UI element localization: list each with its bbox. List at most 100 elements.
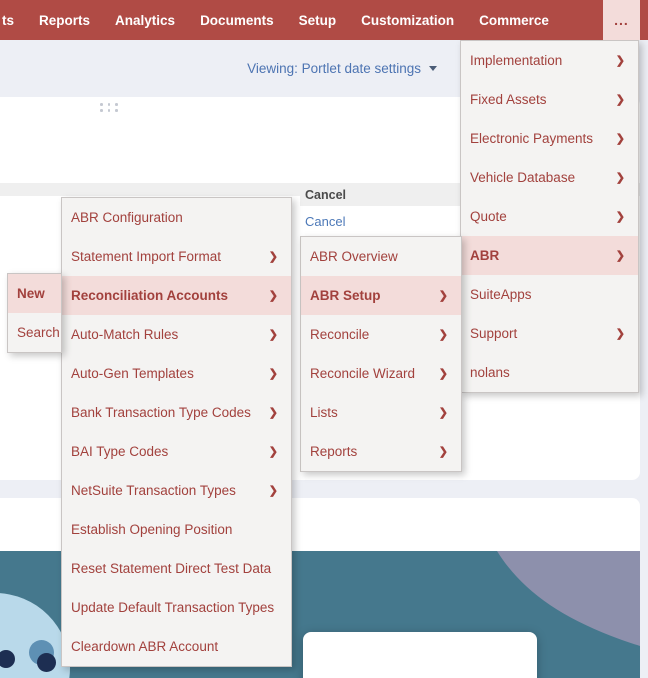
menu-item-label: Fixed Assets: [470, 92, 547, 107]
menu-item-label: Vehicle Database: [470, 170, 575, 185]
menu-item-reconcile-wizard[interactable]: Reconcile Wizard ❯: [301, 354, 461, 393]
menu-item-abr-configuration[interactable]: ABR Configuration: [62, 198, 291, 237]
chevron-right-icon: ❯: [269, 328, 278, 341]
menu-item-label: ABR: [470, 248, 499, 263]
menu-item-label: Reconcile Wizard: [310, 366, 415, 381]
viewing-label: Viewing: Portlet date settings: [247, 61, 421, 76]
nav-item-analytics[interactable]: Analytics: [115, 13, 175, 28]
menu-item-implementation[interactable]: Implementation ❯: [461, 41, 638, 80]
menu-item-fixed-assets[interactable]: Fixed Assets ❯: [461, 80, 638, 119]
top-nav: ts Reports Analytics Documents Setup Customiz…: [0, 0, 648, 40]
menu-item-abr-setup[interactable]: ABR Setup ❯: [301, 276, 461, 315]
menu-item-label: Update Default Transaction Types: [71, 600, 274, 615]
chevron-right-icon: ❯: [269, 250, 278, 263]
menu-item-label: Reports: [310, 444, 357, 459]
chevron-right-icon: ❯: [616, 54, 625, 67]
menu-item-bai-type-codes[interactable]: BAI Type Codes ❯: [62, 432, 291, 471]
commerce-dropdown-menu: Implementation❯Fixed Assets❯Electronic P…: [460, 40, 639, 393]
menu-item-suiteapps[interactable]: SuiteApps: [461, 275, 638, 314]
menu-item-label: Statement Import Format: [71, 249, 221, 264]
menu-item-label: Search: [17, 325, 60, 340]
menu-item-reconcile[interactable]: Reconcile ❯: [301, 315, 461, 354]
menu-item-label: nolans: [470, 365, 510, 380]
cancel-link[interactable]: Cancel: [305, 214, 345, 229]
menu-item-electronic-payments[interactable]: Electronic Payments ❯: [461, 119, 638, 158]
nav-item-ts[interactable]: ts: [2, 13, 14, 28]
nav-items: ts Reports Analytics Documents Setup Customiz…: [2, 13, 549, 28]
nav-item-reports[interactable]: Reports: [39, 13, 90, 28]
chevron-right-icon: ❯: [269, 406, 278, 419]
chevron-right-icon: ❯: [616, 210, 625, 223]
menu-item-label: Lists: [310, 405, 338, 420]
menu-item-reports[interactable]: Reports ❯: [301, 432, 461, 471]
menu-item-reset-statement-direct-test-data[interactable]: Reset Statement Direct Test Data: [62, 549, 291, 588]
menu-item-nolans[interactable]: nolans: [461, 353, 638, 392]
menu-item-label: Reconcile: [310, 327, 369, 342]
menu-item-label: ABR Overview: [310, 249, 398, 264]
nav-item-documents[interactable]: Documents: [200, 13, 274, 28]
nav-overflow-button[interactable]: ...: [603, 0, 640, 40]
chevron-right-icon: ❯: [269, 445, 278, 458]
chevron-right-icon: ❯: [616, 249, 625, 262]
menu-item-bank-transaction-type-codes[interactable]: Bank Transaction Type Codes ❯: [62, 393, 291, 432]
menu-item-cleardown-abr-account[interactable]: Cleardown ABR Account: [62, 627, 291, 666]
menu-item-label: Quote: [470, 209, 507, 224]
chevron-right-icon: ❯: [439, 289, 448, 302]
menu-item-auto-match-rules[interactable]: Auto-Match Rules ❯: [62, 315, 291, 354]
menu-item-label: Auto-Gen Templates: [71, 366, 194, 381]
menu-item-label: Bank Transaction Type Codes: [71, 405, 251, 420]
menu-item-abr-overview[interactable]: ABR Overview: [301, 237, 461, 276]
chevron-right-icon: ❯: [616, 327, 625, 340]
chevron-right-icon: ❯: [439, 367, 448, 380]
menu-item-label: Electronic Payments: [470, 131, 593, 146]
menu-item-label: Reset Statement Direct Test Data: [71, 561, 271, 576]
menu-item-label: Support: [470, 326, 517, 341]
nav-item-setup[interactable]: Setup: [299, 13, 337, 28]
chevron-right-icon: ❯: [616, 171, 625, 184]
menu-item-lists[interactable]: Lists ❯: [301, 393, 461, 432]
chevron-right-icon: ❯: [269, 367, 278, 380]
menu-item-label: ABR Configuration: [71, 210, 183, 225]
menu-item-label: SuiteApps: [470, 287, 532, 302]
menu-item-label: Cleardown ABR Account: [71, 639, 218, 654]
menu-item-new[interactable]: New: [8, 274, 61, 313]
chevron-right-icon: ❯: [269, 289, 278, 302]
menu-item-abr[interactable]: ABR ❯: [461, 236, 638, 275]
chevron-right-icon: ❯: [616, 132, 625, 145]
menu-item-label: Establish Opening Position: [71, 522, 232, 537]
menu-item-support[interactable]: Support ❯: [461, 314, 638, 353]
menu-item-search[interactable]: Search: [8, 313, 61, 352]
chevron-down-icon: [429, 66, 437, 71]
drag-handle-icon[interactable]: [100, 103, 118, 112]
nav-item-commerce[interactable]: Commerce: [479, 13, 549, 28]
menu-item-statement-import-format[interactable]: Statement Import Format ❯: [62, 237, 291, 276]
viewing-selector[interactable]: Viewing: Portlet date settings: [247, 40, 437, 97]
menu-item-label: New: [17, 286, 45, 301]
chevron-right-icon: ❯: [439, 445, 448, 458]
nav-item-customization[interactable]: Customization: [361, 13, 454, 28]
chevron-right-icon: ❯: [439, 328, 448, 341]
menu-item-quote[interactable]: Quote ❯: [461, 197, 638, 236]
chevron-right-icon: ❯: [439, 406, 448, 419]
cancel-link-row: Cancel: [300, 206, 460, 236]
menu-item-auto-gen-templates[interactable]: Auto-Gen Templates ❯: [62, 354, 291, 393]
abr-setup-submenu: ABR Configuration Statement Import Format…: [61, 197, 292, 667]
illustration-panel: [303, 632, 537, 678]
reconciliation-accounts-submenu: New Search: [7, 273, 62, 353]
menu-item-label: BAI Type Codes: [71, 444, 168, 459]
dialog-footer: Cancel Cancel: [300, 184, 460, 236]
chevron-right-icon: ❯: [616, 93, 625, 106]
chevron-right-icon: ❯: [269, 484, 278, 497]
menu-item-label: ABR Setup: [310, 288, 381, 303]
menu-item-netsuite-transaction-types[interactable]: NetSuite Transaction Types ❯: [62, 471, 291, 510]
menu-item-label: NetSuite Transaction Types: [71, 483, 236, 498]
menu-item-establish-opening-position[interactable]: Establish Opening Position: [62, 510, 291, 549]
menu-item-vehicle-database[interactable]: Vehicle Database ❯: [461, 158, 638, 197]
menu-item-label: Auto-Match Rules: [71, 327, 178, 342]
abr-submenu: ABR OverviewABR Setup❯Reconcile❯Reconcil…: [300, 236, 462, 472]
menu-item-update-default-transaction-types[interactable]: Update Default Transaction Types: [62, 588, 291, 627]
menu-item-reconciliation-accounts[interactable]: Reconciliation Accounts ❯: [62, 276, 291, 315]
menu-item-label: Reconciliation Accounts: [71, 288, 228, 303]
cancel-header: Cancel: [300, 184, 460, 206]
menu-item-label: Implementation: [470, 53, 562, 68]
